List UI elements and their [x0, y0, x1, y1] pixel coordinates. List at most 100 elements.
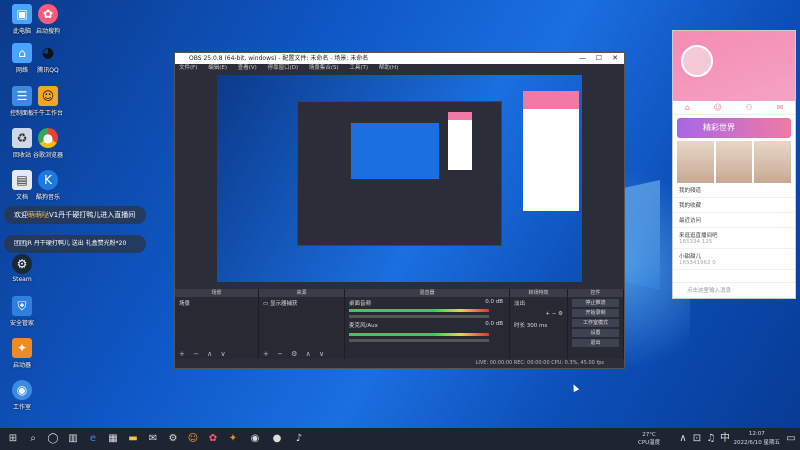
- avatar[interactable]: [681, 45, 713, 77]
- panel-tabs: ⌂ ☺ ⚇ ✉: [673, 101, 795, 115]
- menu-view[interactable]: 查看(V): [238, 65, 257, 71]
- menu-scene-collection[interactable]: 场景集合(S): [309, 65, 339, 71]
- taskbar: ⊞ ⌕ ◯ ▥ e ▦ ▬ ✉ ⚙ ☺ ✿ ✦ ◉ ● ♪ 27°C CPU温度…: [0, 428, 800, 450]
- computer-icon: ▣: [12, 4, 32, 24]
- qq-icon: ◕: [41, 45, 55, 61]
- edge-icon[interactable]: e: [86, 432, 100, 446]
- chrome-icon: ●: [38, 128, 58, 148]
- control-panel-icon: ☰: [12, 86, 32, 106]
- close-icon[interactable]: ✕: [612, 53, 618, 64]
- stop-streaming-button[interactable]: 停止推流: [572, 299, 619, 307]
- chat-message-gift: 团团JR 丹干硬打鸭儿 送出 礼盒赞光粉*20: [4, 235, 146, 253]
- tab-friends-icon[interactable]: ⚇: [746, 101, 753, 114]
- desktop-icon-security[interactable]: ⛨ 安全管家: [6, 296, 38, 327]
- menu-edit[interactable]: 编辑(E): [208, 65, 227, 71]
- mic-audio-meter: [349, 333, 489, 336]
- scene-item[interactable]: 场景: [175, 297, 258, 309]
- desktop-icon-qq[interactable]: ◕ 腾讯QQ: [32, 43, 64, 74]
- menu-file[interactable]: 文件(F): [179, 65, 197, 71]
- minimize-icon[interactable]: —: [579, 53, 586, 64]
- exit-button[interactable]: 退出: [572, 339, 619, 347]
- obs-title-bar[interactable]: OBS 25.0.8 (64-bit, windows) - 配置文件: 未命名…: [175, 53, 624, 64]
- folder-icon[interactable]: ▬: [126, 432, 140, 446]
- transition-duration[interactable]: 时长 300 ms: [510, 319, 567, 331]
- message-input[interactable]: 点击这里输入消息: [673, 282, 795, 298]
- recycle-bin-icon: ♻: [12, 128, 32, 148]
- sources-toolbar[interactable]: + − ⚙ ∧ ∨: [263, 350, 327, 358]
- nested-obs-preview: [297, 101, 502, 246]
- obs-taskbar-icon[interactable]: ◉: [248, 432, 262, 446]
- store-icon[interactable]: ▦: [106, 432, 120, 446]
- scenes-dock: 场景 场景 + − ∧ ∨: [175, 289, 259, 361]
- start-recording-button[interactable]: 开始录制: [572, 309, 619, 317]
- nested-obs-preview-inner: [350, 122, 440, 180]
- network-icon: ⌂: [12, 43, 32, 63]
- desktop-icon-kugou[interactable]: K 酷狗音乐: [32, 170, 64, 201]
- qianniu-taskbar-icon[interactable]: ☺: [186, 432, 200, 446]
- controls-dock: 控件 停止推流 开始录制 工作室模式 设置 退出: [568, 289, 624, 361]
- notification-icon[interactable]: ▭: [784, 432, 798, 446]
- menu-docks[interactable]: 停靠窗口(D): [268, 65, 299, 71]
- search-icon[interactable]: ⌕: [26, 432, 40, 446]
- maximize-icon[interactable]: ☐: [596, 53, 602, 64]
- recent-item-2[interactable]: 小甜甜儿 165341962 0: [673, 249, 795, 270]
- chrome-taskbar-icon[interactable]: ●: [270, 432, 284, 446]
- tab-people-icon[interactable]: ☺: [714, 101, 722, 114]
- launcher-taskbar-icon[interactable]: ✦: [226, 432, 240, 446]
- photo-1[interactable]: [677, 141, 714, 183]
- app-taskbar-icon[interactable]: ✿: [206, 432, 220, 446]
- panel-header: [673, 31, 795, 101]
- network-tray-icon[interactable]: ⊡: [690, 432, 704, 446]
- row-favorites[interactable]: 我的收藏: [673, 198, 795, 213]
- tab-home-icon[interactable]: ⌂: [685, 101, 690, 114]
- sources-dock: 来源 ▭ 显示器捕获 + − ⚙ ∧ ∨: [259, 289, 345, 361]
- transition-select[interactable]: 淡出: [510, 297, 567, 309]
- desktop-icon-studio[interactable]: ◉ 工作室: [6, 380, 38, 411]
- clock[interactable]: 12:07 2022/6/10 星期五: [734, 430, 780, 448]
- settings-button[interactable]: 设置: [572, 329, 619, 337]
- photo-2[interactable]: [715, 141, 753, 183]
- desktop-audio-meter: [349, 309, 489, 312]
- desktop-icon-sogou[interactable]: ✿ 启动搜狗: [32, 4, 64, 35]
- steam-taskbar-icon[interactable]: ⚙: [166, 432, 180, 446]
- mail-icon[interactable]: ✉: [146, 432, 160, 446]
- mouse-cursor-icon: [570, 383, 580, 392]
- obs-preview[interactable]: [217, 75, 582, 282]
- row-channel[interactable]: 我的頻道: [673, 183, 795, 198]
- weather-widget[interactable]: 27°C CPU温度: [638, 431, 660, 447]
- music-taskbar-icon[interactable]: ♪: [292, 432, 306, 446]
- source-item[interactable]: ▭ 显示器捕获: [259, 297, 344, 309]
- start-icon[interactable]: ⊞: [6, 432, 20, 446]
- desktop-icon-qianniu[interactable]: ☺ 千牛工作台: [32, 86, 64, 117]
- desktop-icon-chrome[interactable]: ● 谷歌浏览器: [32, 128, 64, 159]
- tab-chat-icon[interactable]: ✉: [776, 101, 783, 114]
- desktop-audio-slider[interactable]: [349, 315, 489, 318]
- row-recent[interactable]: 最近访问: [673, 213, 795, 228]
- widgets-icon[interactable]: ▥: [66, 432, 80, 446]
- studio-mode-button[interactable]: 工作室模式: [572, 319, 619, 327]
- menu-help[interactable]: 帮助(H): [379, 65, 398, 71]
- menu-tools[interactable]: 工具(T): [349, 65, 368, 71]
- sogou-icon: ✿: [38, 4, 58, 24]
- ime-icon[interactable]: 中: [718, 432, 732, 446]
- task-view-icon[interactable]: ◯: [46, 432, 60, 446]
- scenes-toolbar[interactable]: + − ∧ ∨: [179, 350, 229, 358]
- mixer-dock: 混音器 桌面音频 0.0 dB 麦克风/Aux 0.0 dB: [345, 289, 510, 361]
- mic-audio-slider[interactable]: [349, 339, 489, 342]
- tray-chevron-icon[interactable]: ∧: [676, 432, 690, 446]
- obs-window[interactable]: OBS 25.0.8 (64-bit, windows) - 配置文件: 未命名…: [174, 52, 625, 369]
- photo-3[interactable]: [754, 141, 792, 183]
- chat-message-welcome: 欢迎萌萌哒V1丹千硬打鸭儿进入直播间: [4, 206, 146, 224]
- desktop-icon-steam[interactable]: ⚙ Steam: [6, 254, 38, 283]
- live-app-panel[interactable]: ⌂ ☺ ⚇ ✉ 精彩世界 我的頻道 我的收藏 最近访问 来逛逛直播间吧 1653…: [672, 30, 796, 299]
- document-icon: ▤: [12, 170, 32, 190]
- preview-pink-panel: [523, 91, 579, 211]
- shield-icon: ⛨: [12, 296, 32, 316]
- transition-add-remove[interactable]: + − ⚙: [510, 309, 567, 319]
- qianniu-icon: ☺: [38, 86, 58, 106]
- obs-menu-bar: 文件(F) 编辑(E) 查看(V) 停靠窗口(D) 场景集合(S) 工具(T) …: [175, 64, 624, 73]
- volume-icon[interactable]: ♫: [704, 432, 718, 446]
- recent-item-1[interactable]: 来逛逛直播间吧 165334 125: [673, 228, 795, 249]
- banner[interactable]: 精彩世界: [677, 118, 791, 138]
- desktop-icon-launcher[interactable]: ✦ 启动器: [6, 338, 38, 369]
